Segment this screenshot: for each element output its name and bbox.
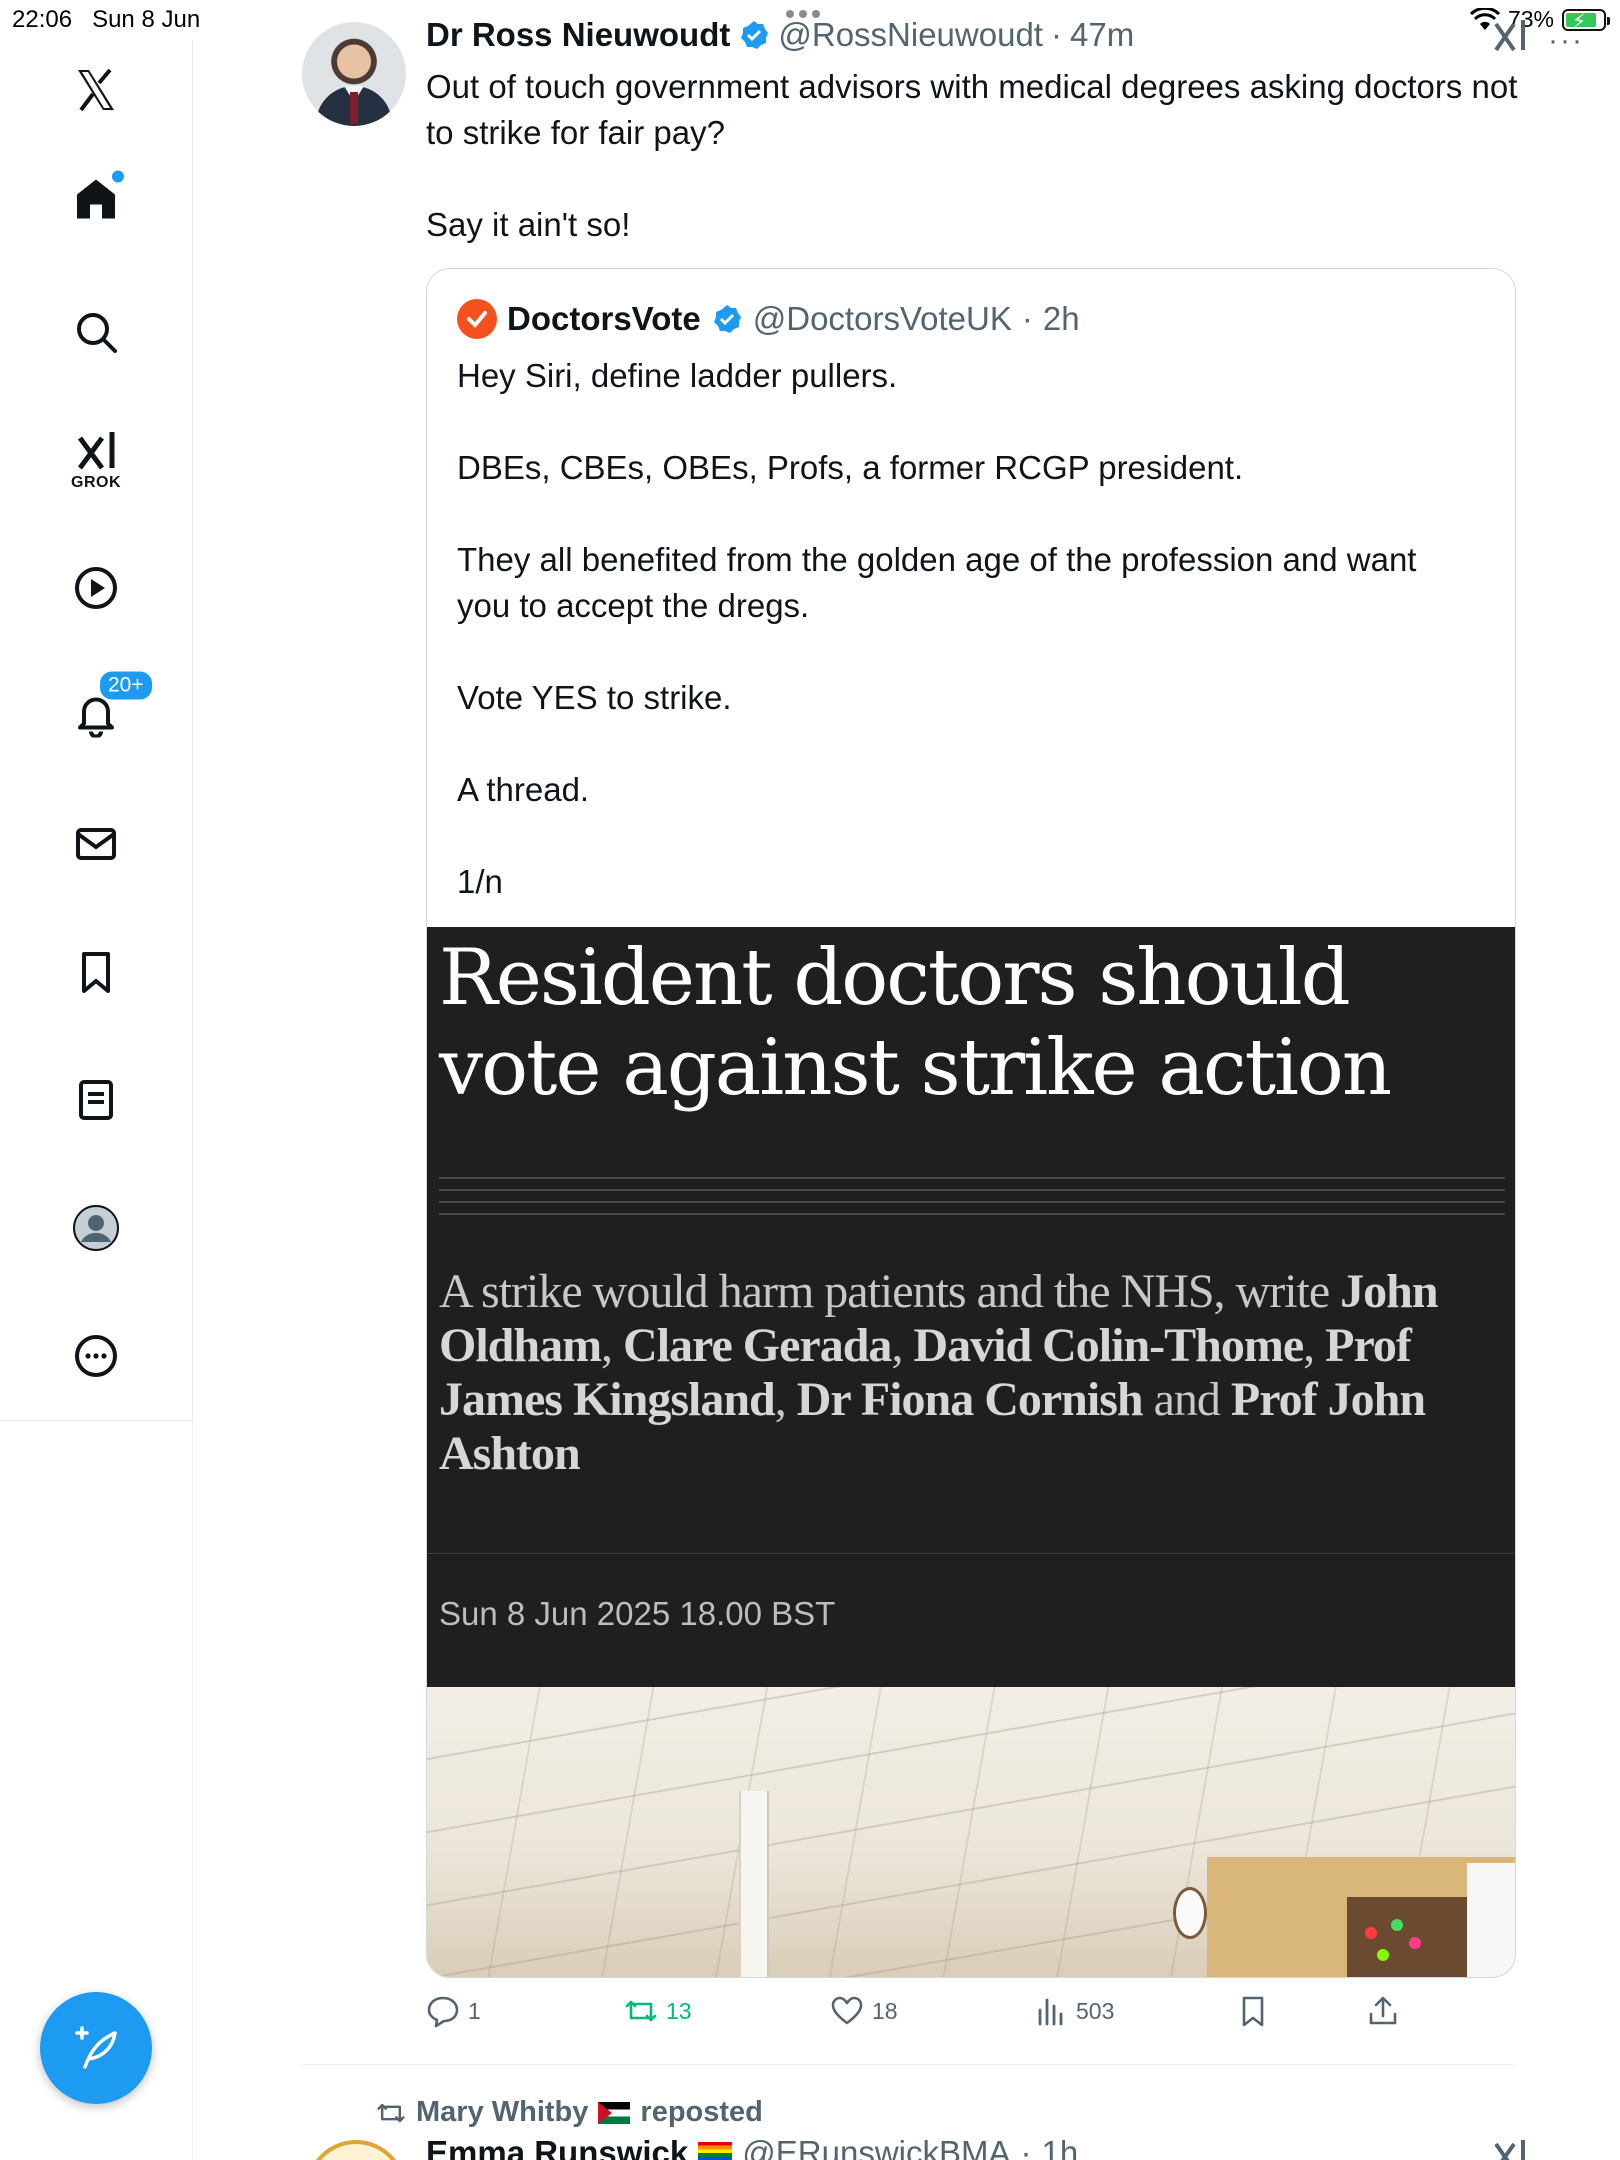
- hospital-ward-photo[interactable]: [427, 1687, 1515, 1977]
- status-time: 22:06: [12, 6, 73, 33]
- profile-avatar-icon: [73, 1205, 119, 1251]
- share-button[interactable]: [1366, 1994, 1400, 2028]
- repost-icon: [625, 2000, 657, 2022]
- sidebar-nav: GROK 20+: [0, 40, 193, 1420]
- repost-button[interactable]: 13: [624, 1994, 692, 2028]
- quote-text: Hey Siri, define ladder pullers. DBEs, C…: [457, 357, 1417, 900]
- sidebar-item-search[interactable]: [72, 308, 120, 356]
- standfirst-author-3: David Colin-Thome: [913, 1319, 1304, 1372]
- more-circle-icon: [75, 1335, 117, 1377]
- noticeboard-graphic: [1347, 1897, 1467, 1977]
- status-date: Sun 8 Jun: [92, 6, 201, 33]
- grok-explain-icon[interactable]: [1490, 16, 1530, 56]
- sidebar-item-bookmarks[interactable]: [72, 948, 120, 996]
- sidebar-item-home[interactable]: [72, 170, 124, 228]
- tweet-divider: [300, 2064, 1516, 2065]
- repost-context[interactable]: Mary Whitby reposted: [376, 2096, 763, 2129]
- reposted-label: reposted: [640, 2096, 763, 2128]
- heart-icon: [831, 1996, 863, 2025]
- next-time-separator: ·: [1020, 2134, 1032, 2160]
- quoted-tweet[interactable]: DoctorsVote @DoctorsVoteUK · 2h Hey Siri…: [426, 268, 1516, 1978]
- reply-icon: [427, 1996, 459, 2028]
- standfirst-author-2: Clare Gerada: [623, 1319, 892, 1372]
- sidebar-divider: [0, 1420, 193, 1421]
- reposted-by-name: Mary Whitby: [416, 2096, 589, 2128]
- tweet-time[interactable]: 47m: [1070, 16, 1134, 54]
- views-button[interactable]: 503: [1034, 1994, 1114, 2028]
- next-author-name[interactable]: Emma Runswick: [426, 2134, 688, 2160]
- sidebar-item-profile[interactable]: [72, 1204, 120, 1252]
- author-name[interactable]: Dr Ross Nieuwoudt: [426, 16, 730, 54]
- quote-header: DoctorsVote @DoctorsVoteUK · 2h: [457, 299, 1080, 339]
- grok-icon: [77, 432, 115, 470]
- share-icon: [1369, 1996, 1397, 2025]
- repost-count: 13: [666, 1997, 692, 2024]
- standfirst-lead: A strike would harm patients and the NHS…: [439, 1265, 1330, 1318]
- quote-verified-badge-icon: [713, 305, 741, 333]
- verified-badge-icon: [741, 21, 769, 49]
- next-tweet-time[interactable]: 1h: [1042, 2134, 1079, 2160]
- next-tweet-header: Emma Runswick @ERunswickBMA · 1h: [426, 2134, 1078, 2160]
- article-standfirst: A strike would harm patients and the NHS…: [439, 1265, 1439, 1480]
- tweet-header: Dr Ross Nieuwoudt @RossNieuwoudt · 47m: [426, 16, 1134, 54]
- article-rules: [439, 1177, 1505, 1225]
- bookmark-icon: [82, 952, 110, 993]
- sidebar-border: [192, 1420, 193, 2160]
- checkmark-icon: [467, 311, 487, 328]
- sidebar-item-messages[interactable]: [72, 820, 120, 868]
- article-headline: Resident doctors should vote against str…: [439, 933, 1392, 1113]
- pride-flag-icon: [698, 2142, 733, 2160]
- quote-author-name: DoctorsVote: [507, 300, 701, 337]
- tweet-actions: 1 13 18 503: [426, 1994, 1426, 2038]
- tweet-text: Out of touch government advisors with me…: [426, 68, 1518, 243]
- compose-feather-icon: [75, 2026, 117, 2069]
- sidebar-item-grok[interactable]: GROK: [71, 428, 121, 492]
- palestine-flag-icon: [598, 2101, 631, 2124]
- doctorsvote-avatar: [457, 299, 497, 339]
- like-count: 18: [872, 1997, 898, 2024]
- next-author-handle[interactable]: @ERunswickBMA: [742, 2134, 1010, 2160]
- sidebar-item-lists[interactable]: [72, 1076, 120, 1124]
- grok-label: GROK: [71, 474, 121, 491]
- whiteboard-graphic: [1467, 1863, 1515, 1977]
- article-divider: [427, 1553, 1515, 1554]
- bookmark-outline-icon: [1242, 1996, 1264, 2027]
- compose-post-button[interactable]: [40, 1992, 152, 2104]
- x-logo-icon[interactable]: [72, 66, 120, 114]
- home-icon: [77, 179, 115, 219]
- quote-author-handle: @DoctorsVoteUK: [752, 300, 1012, 337]
- quote-time: 2h: [1042, 300, 1080, 337]
- author-handle[interactable]: @RossNieuwoudt: [778, 16, 1043, 54]
- play-icon: [75, 567, 117, 609]
- article-date: Sun 8 Jun 2025 18.00 BST: [439, 1595, 836, 1632]
- time-separator: ·: [1050, 16, 1062, 53]
- status-time-date: 22:06 Sun 8 Jun: [12, 6, 200, 34]
- search-icon: [77, 313, 117, 353]
- mail-icon: [76, 828, 116, 860]
- quote-time-separator: ·: [1021, 300, 1033, 337]
- author-avatar[interactable]: [302, 22, 406, 126]
- sidebar-item-video[interactable]: [72, 564, 120, 612]
- next-grok-explain-icon[interactable]: [1490, 2136, 1530, 2160]
- standfirst-and: and: [1153, 1373, 1221, 1426]
- standfirst-author-5: Dr Fiona Cornish: [796, 1373, 1144, 1426]
- reposted-icon: [377, 2103, 405, 2122]
- bookmark-button[interactable]: [1236, 1994, 1270, 2028]
- clock-graphic: [1173, 1887, 1207, 1939]
- tweet-more-icon[interactable]: ···: [1548, 24, 1584, 58]
- sidebar-item-notifications[interactable]: 20+: [72, 669, 154, 743]
- views-chart-icon: [1038, 1998, 1063, 2026]
- sidebar-item-more[interactable]: [72, 1332, 120, 1380]
- article-screenshot[interactable]: Resident doctors should vote against str…: [427, 927, 1515, 1687]
- reply-button[interactable]: 1: [426, 1994, 481, 2028]
- reply-count: 1: [468, 1997, 481, 2024]
- home-unread-dot: [112, 170, 124, 183]
- like-button[interactable]: 18: [830, 1994, 898, 2028]
- notifications-badge: 20+: [98, 669, 154, 702]
- next-author-avatar[interactable]: [306, 2140, 406, 2160]
- view-count: 503: [1076, 1997, 1115, 2024]
- lists-icon: [79, 1080, 113, 1120]
